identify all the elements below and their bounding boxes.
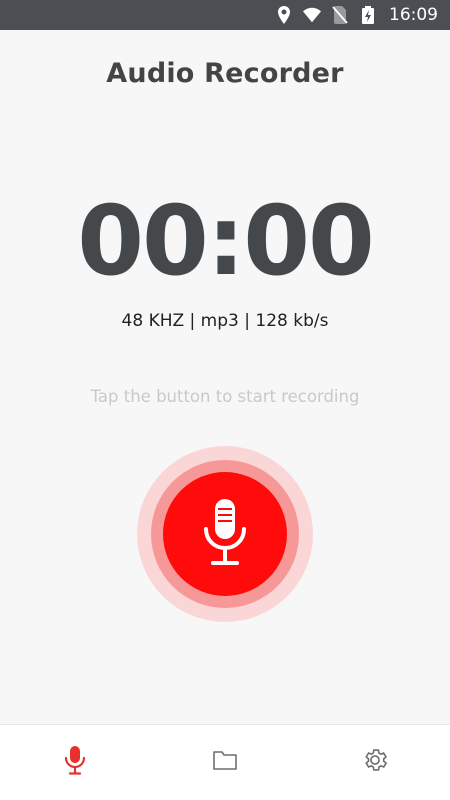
app-title: Audio Recorder [106, 58, 344, 89]
location-icon [275, 6, 293, 24]
microphone-icon [200, 497, 250, 572]
nav-files-tab[interactable] [150, 725, 300, 800]
audio-format-info: 48 KHZ | mp3 | 128 kb/s [121, 311, 329, 331]
recording-timer: 00:00 [77, 185, 375, 297]
wifi-icon [303, 6, 321, 24]
no-sim-icon [331, 6, 349, 24]
nav-record-tab[interactable] [0, 725, 150, 800]
folder-icon [212, 749, 238, 776]
microphone-icon [64, 745, 86, 780]
settings-icon [361, 746, 389, 779]
nav-settings-tab[interactable] [300, 725, 450, 800]
start-recording-hint: Tap the button to start recording [90, 387, 360, 406]
bottom-navigation [0, 724, 450, 800]
status-bar: 16:09 [0, 0, 450, 30]
record-button-container [137, 446, 313, 622]
status-time: 16:09 [389, 5, 438, 25]
record-button[interactable] [163, 472, 287, 596]
battery-charging-icon [359, 6, 377, 24]
